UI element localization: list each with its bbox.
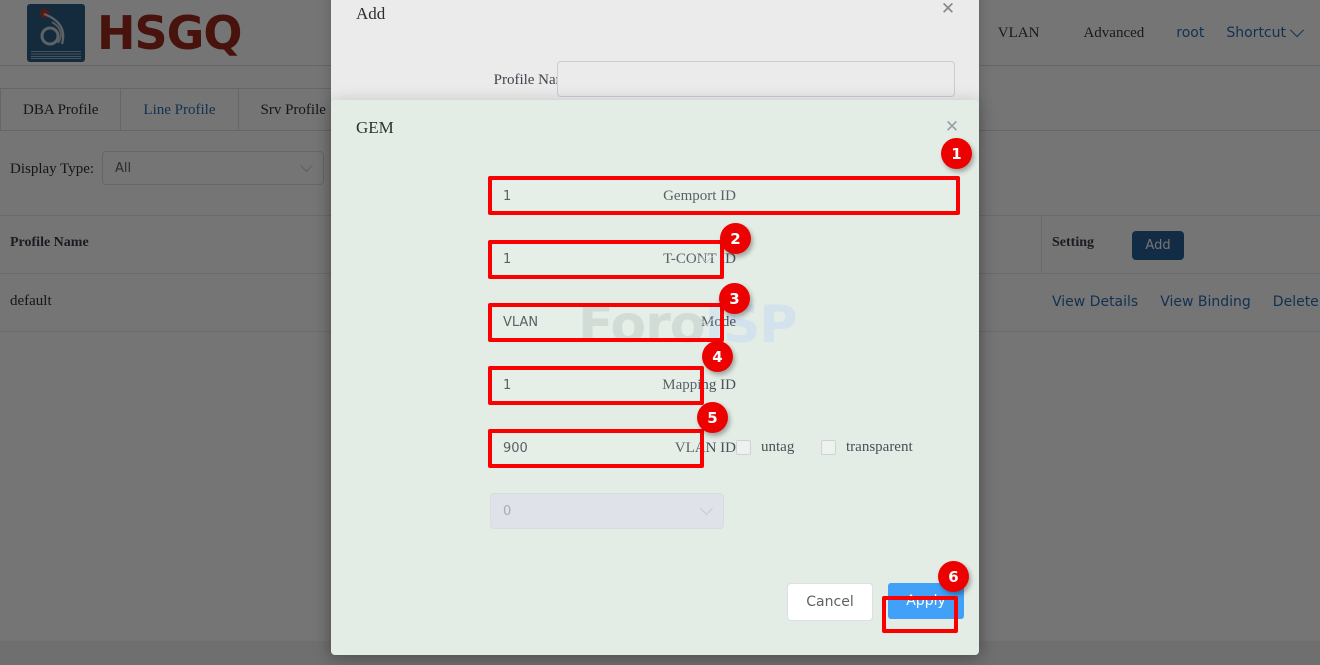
gem-dialog: GEM ✕ ForoISP Gemport ID 1 T-CONT ID 1 bbox=[331, 100, 979, 655]
chevron-down-icon bbox=[700, 250, 713, 263]
chevron-down-icon bbox=[700, 313, 713, 326]
untag-checkbox-wrap[interactable]: untag bbox=[736, 439, 794, 456]
gemport-id-value: 1 bbox=[503, 189, 511, 204]
mode-value: VLAN bbox=[503, 315, 538, 330]
transparent-label: transparent bbox=[846, 439, 913, 456]
annotation-badge-4: 4 bbox=[702, 341, 733, 372]
untag-checkbox[interactable] bbox=[736, 440, 751, 455]
annotation-badge-6: 6 bbox=[938, 561, 969, 592]
annotation-badge-5: 5 bbox=[697, 402, 728, 433]
gemport-id-input[interactable]: 1 bbox=[490, 178, 960, 214]
mapping-id-value: 1 bbox=[503, 378, 511, 393]
gem-dialog-footer: Cancel Apply bbox=[331, 569, 979, 655]
vlan-id-input[interactable]: 900 bbox=[490, 430, 704, 466]
untag-label: untag bbox=[761, 439, 794, 456]
gem-dialog-title: GEM bbox=[356, 118, 394, 138]
vlan-id-value: 900 bbox=[503, 441, 528, 456]
tcont-id-value: 1 bbox=[503, 252, 511, 267]
mapping-id-input[interactable]: 1 bbox=[490, 367, 704, 403]
annotation-badge-2: 2 bbox=[720, 223, 751, 254]
annotation-badge-1: 1 bbox=[941, 138, 972, 169]
annotation-badge-3: 3 bbox=[719, 283, 750, 314]
chevron-down-icon bbox=[700, 502, 713, 515]
vlan-priority-select[interactable]: 0 bbox=[490, 493, 724, 529]
transparent-checkbox-wrap[interactable]: transparent bbox=[821, 439, 913, 456]
screenshot-root: HSGQ VLAN Advanced root Shortcut DBA Pro… bbox=[0, 0, 1320, 665]
mode-select[interactable]: VLAN bbox=[490, 304, 724, 340]
vlan-priority-value: 0 bbox=[503, 504, 511, 519]
tcont-id-select[interactable]: 1 bbox=[490, 241, 724, 277]
transparent-checkbox[interactable] bbox=[821, 440, 836, 455]
cancel-button[interactable]: Cancel bbox=[787, 583, 873, 621]
close-icon[interactable]: ✕ bbox=[943, 118, 961, 136]
